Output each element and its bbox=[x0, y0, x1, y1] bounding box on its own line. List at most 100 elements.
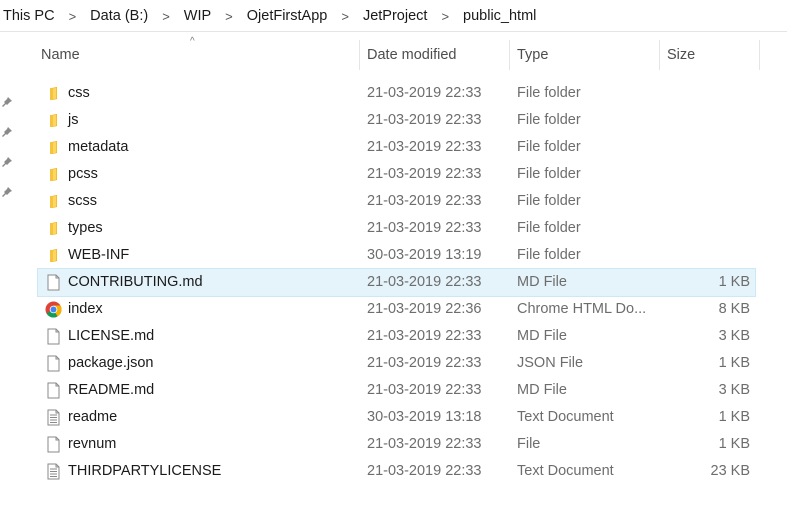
file-type: Text Document bbox=[517, 463, 614, 479]
navigation-pane-edge bbox=[0, 88, 14, 218]
breadcrumb-jetproject[interactable]: JetProject bbox=[360, 8, 430, 24]
chrome-icon bbox=[45, 301, 62, 318]
breadcrumb-ojetfirstapp[interactable]: OjetFirstApp bbox=[244, 8, 331, 24]
column-header-row: ^ Name Date modified Type Size bbox=[30, 36, 760, 72]
file-type: File folder bbox=[517, 166, 581, 182]
breadcrumb-wip[interactable]: WIP bbox=[181, 8, 214, 24]
file-row[interactable]: THIRDPARTYLICENSE 21-03-2019 22:33 Text Do… bbox=[38, 458, 755, 485]
file-date-modified: 21-03-2019 22:33 bbox=[367, 274, 482, 290]
file-row[interactable]: CONTRIBUTING.md 21-03-2019 22:33 MD File 1 … bbox=[37, 268, 756, 297]
file-icon bbox=[45, 382, 62, 399]
folder-icon bbox=[45, 193, 62, 210]
file-name: LICENSE.md bbox=[68, 328, 155, 344]
file-icon bbox=[45, 274, 62, 291]
file-size: 1 KB bbox=[718, 274, 750, 290]
file-date-modified: 21-03-2019 22:33 bbox=[367, 85, 482, 101]
text-document-icon bbox=[45, 463, 62, 480]
file-type: File folder bbox=[517, 220, 581, 236]
breadcrumb-divider bbox=[0, 31, 787, 32]
chevron-right-icon[interactable]: > bbox=[58, 9, 88, 24]
folder-icon bbox=[45, 85, 62, 102]
chevron-right-icon[interactable]: > bbox=[430, 9, 460, 24]
file-size: 1 KB bbox=[718, 436, 750, 452]
file-type: File folder bbox=[517, 139, 581, 155]
file-name: pcss bbox=[68, 166, 98, 182]
file-date-modified: 21-03-2019 22:33 bbox=[367, 139, 482, 155]
column-header-type[interactable]: Type bbox=[517, 38, 657, 72]
file-icon bbox=[45, 436, 62, 453]
file-date-modified: 21-03-2019 22:33 bbox=[367, 355, 482, 371]
file-type: File bbox=[517, 436, 541, 452]
file-row[interactable]: metadata 21-03-2019 22:33 File folder bbox=[38, 134, 755, 161]
column-header-name[interactable]: Name bbox=[41, 38, 359, 72]
file-row[interactable]: LICENSE.md 21-03-2019 22:33 MD File 3 KB bbox=[38, 323, 755, 350]
text-document-icon bbox=[45, 409, 62, 426]
file-row[interactable]: README.md 21-03-2019 22:33 MD File 3 KB bbox=[38, 377, 755, 404]
file-size: 1 KB bbox=[718, 355, 750, 371]
folder-icon bbox=[45, 139, 62, 156]
file-date-modified: 30-03-2019 13:19 bbox=[367, 247, 482, 263]
file-date-modified: 21-03-2019 22:33 bbox=[367, 112, 482, 128]
file-row[interactable]: readme 30-03-2019 13:18 Text Document 1 KB bbox=[38, 404, 755, 431]
file-icon bbox=[45, 328, 62, 345]
file-date-modified: 21-03-2019 22:36 bbox=[367, 301, 482, 317]
file-size: 23 KB bbox=[710, 463, 751, 479]
file-name: package.json bbox=[68, 355, 154, 371]
pin-icon[interactable] bbox=[1, 156, 13, 168]
file-icon bbox=[45, 355, 62, 372]
pin-icon[interactable] bbox=[1, 126, 13, 138]
file-type: MD File bbox=[517, 382, 567, 398]
file-date-modified: 21-03-2019 22:33 bbox=[367, 193, 482, 209]
file-row[interactable]: types 21-03-2019 22:33 File folder bbox=[38, 215, 755, 242]
file-name: types bbox=[68, 220, 103, 236]
file-name: README.md bbox=[68, 382, 155, 398]
file-date-modified: 21-03-2019 22:33 bbox=[367, 436, 482, 452]
folder-icon bbox=[45, 166, 62, 183]
chevron-right-icon[interactable]: > bbox=[151, 9, 181, 24]
file-name: readme bbox=[68, 409, 118, 425]
file-row[interactable]: revnum 21-03-2019 22:33 File 1 KB bbox=[38, 431, 755, 458]
chevron-right-icon[interactable]: > bbox=[214, 9, 244, 24]
file-type: File folder bbox=[517, 193, 581, 209]
file-type: MD File bbox=[517, 274, 567, 290]
file-date-modified: 21-03-2019 22:33 bbox=[367, 463, 482, 479]
file-date-modified: 21-03-2019 22:33 bbox=[367, 166, 482, 182]
file-size: 1 KB bbox=[718, 409, 750, 425]
file-type: MD File bbox=[517, 328, 567, 344]
column-divider[interactable] bbox=[659, 40, 660, 70]
chevron-right-icon[interactable]: > bbox=[330, 9, 360, 24]
column-divider[interactable] bbox=[359, 40, 360, 70]
column-header-date-modified[interactable]: Date modified bbox=[367, 38, 507, 72]
file-row[interactable]: css 21-03-2019 22:33 File folder bbox=[38, 80, 755, 107]
file-size: 8 KB bbox=[718, 301, 750, 317]
file-size: 3 KB bbox=[718, 328, 750, 344]
breadcrumb-this-pc[interactable]: This PC bbox=[0, 8, 58, 24]
file-row[interactable]: scss 21-03-2019 22:33 File folder bbox=[38, 188, 755, 215]
file-size: 3 KB bbox=[718, 382, 750, 398]
file-name: revnum bbox=[68, 436, 117, 452]
file-name: js bbox=[68, 112, 79, 128]
file-type: Chrome HTML Do... bbox=[517, 301, 647, 317]
file-date-modified: 21-03-2019 22:33 bbox=[367, 220, 482, 236]
file-row[interactable]: package.json 21-03-2019 22:33 JSON File 1 K… bbox=[38, 350, 755, 377]
file-list: css 21-03-2019 22:33 File folder js 21-03-20… bbox=[37, 80, 756, 485]
column-divider[interactable] bbox=[509, 40, 510, 70]
folder-icon bbox=[45, 220, 62, 237]
file-date-modified: 30-03-2019 13:18 bbox=[367, 409, 482, 425]
file-name: THIRDPARTYLICENSE bbox=[68, 463, 222, 479]
pin-icon[interactable] bbox=[1, 186, 13, 198]
column-header-size[interactable]: Size bbox=[667, 38, 747, 72]
folder-icon bbox=[45, 247, 62, 264]
file-name: WEB-INF bbox=[68, 247, 130, 263]
column-divider[interactable] bbox=[759, 40, 760, 70]
file-row[interactable]: pcss 21-03-2019 22:33 File folder bbox=[38, 161, 755, 188]
file-type: File folder bbox=[517, 112, 581, 128]
file-row[interactable]: index 21-03-2019 22:36 Chrome HTML Do... 8 … bbox=[38, 296, 755, 323]
file-name: scss bbox=[68, 193, 97, 209]
breadcrumb-data-drive[interactable]: Data (B:) bbox=[87, 8, 151, 24]
pin-icon[interactable] bbox=[1, 96, 13, 108]
file-row[interactable]: js 21-03-2019 22:33 File folder bbox=[38, 107, 755, 134]
file-row[interactable]: WEB-INF 30-03-2019 13:19 File folder bbox=[38, 242, 755, 269]
breadcrumb-public-html[interactable]: public_html bbox=[460, 8, 539, 24]
file-type: File folder bbox=[517, 247, 581, 263]
